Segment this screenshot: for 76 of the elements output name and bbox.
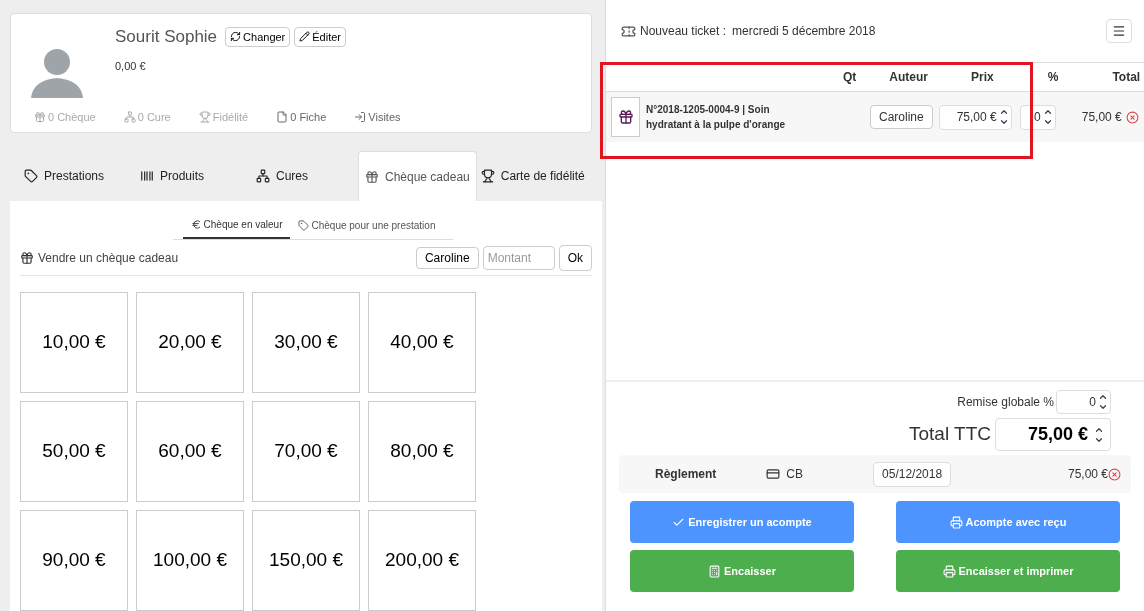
payment-label: Règlement xyxy=(655,466,717,483)
remove-icon[interactable] xyxy=(1108,467,1121,481)
enter-icon xyxy=(354,111,367,124)
client-stat-link[interactable]: Visites xyxy=(354,108,401,126)
client-name: Sourit Sophie xyxy=(115,26,218,48)
barcode-icon xyxy=(140,169,154,184)
amount-tile[interactable]: 60,00 € xyxy=(136,401,244,502)
amount-field[interactable]: Montant xyxy=(482,245,555,270)
client-balance: 0,00 € xyxy=(115,58,147,74)
payment-amount: 75,00 € xyxy=(1067,466,1108,483)
amount-tile[interactable]: 10,00 € xyxy=(20,292,128,393)
discount-field[interactable]: 0 xyxy=(1019,104,1056,130)
ok-button[interactable]: Ok xyxy=(558,244,592,271)
ticket-title: Nouveau ticket : xyxy=(640,23,727,40)
amount-tile[interactable]: 150,00 € xyxy=(252,510,360,611)
column-header: Qt xyxy=(843,69,857,86)
spinner[interactable] xyxy=(1098,392,1108,412)
author-button[interactable]: Caroline xyxy=(415,246,479,269)
payment-date-field[interactable]: 05/12/2018 xyxy=(873,461,952,487)
client-stat-link[interactable]: 0 Fiche xyxy=(276,108,327,126)
column-header: Prix xyxy=(971,69,994,86)
category-tab[interactable]: Prestations xyxy=(10,151,126,201)
amount-tile[interactable]: 200,00 € xyxy=(368,510,476,611)
amount-tile[interactable]: 20,00 € xyxy=(136,292,244,393)
edit-button[interactable]: Éditer xyxy=(294,26,347,47)
subtab[interactable]: Chèque pour une prestation xyxy=(290,211,444,239)
total-field[interactable]: 75,00 € xyxy=(995,418,1111,451)
printer-icon xyxy=(942,564,956,578)
payment-method: CB xyxy=(786,466,804,483)
column-header: Auteur xyxy=(889,69,928,86)
file-icon xyxy=(276,111,289,124)
hierarchy-icon xyxy=(123,111,136,124)
pencil-icon xyxy=(299,31,311,43)
gift-icon xyxy=(365,169,379,184)
global-discount-field[interactable]: 0 xyxy=(1056,390,1111,414)
trophy-icon xyxy=(480,169,495,184)
trophy-icon xyxy=(198,111,211,124)
line-total: 75,00 € xyxy=(1081,109,1122,126)
ticket-date: mercredi 5 décembre 2018 xyxy=(732,23,876,40)
sell-title: Vendre un chèque cadeau xyxy=(38,249,179,267)
subtab[interactable]: Chèque en valeur xyxy=(182,211,291,239)
category-tab[interactable]: Produits xyxy=(126,151,242,201)
refresh-icon xyxy=(230,31,242,43)
amount-tile[interactable]: 30,00 € xyxy=(252,292,360,393)
gift-icon xyxy=(20,250,34,265)
spinner[interactable] xyxy=(998,107,1009,127)
amount-tile[interactable]: 100,00 € xyxy=(136,510,244,611)
printer-icon xyxy=(949,515,963,529)
gift-card-thumbnail xyxy=(611,97,640,137)
euro-icon xyxy=(190,218,202,230)
credit-card-icon xyxy=(766,467,781,481)
tag-icon xyxy=(24,169,38,184)
category-tab[interactable]: Carte de fidélité xyxy=(476,151,589,201)
tag-icon xyxy=(298,219,310,231)
amount-tile[interactable]: 70,00 € xyxy=(252,401,360,502)
ticket-icon xyxy=(621,23,636,39)
author-button[interactable]: Caroline xyxy=(870,105,933,129)
category-tab[interactable]: Chèque cadeau xyxy=(358,151,477,201)
gift-icon xyxy=(34,111,46,124)
remove-icon[interactable] xyxy=(1125,110,1139,124)
item-label: N°2018-1205-0004-9 | Soin hydratant à la pulpe d'orange xyxy=(646,103,787,132)
total-label: Total TTC xyxy=(909,422,991,447)
change-button[interactable]: Changer xyxy=(225,26,291,47)
column-header: Total xyxy=(1112,69,1141,86)
price-field[interactable]: 75,00 € xyxy=(938,104,1012,130)
category-tab[interactable]: Cures xyxy=(242,151,358,201)
menu-icon xyxy=(1112,24,1126,38)
column-header: % xyxy=(1047,69,1059,86)
amount-tile[interactable]: 40,00 € xyxy=(368,292,476,393)
spinner[interactable] xyxy=(1042,107,1053,127)
discount-label: Remise globale % xyxy=(957,394,1054,411)
hierarchy-icon xyxy=(256,169,270,184)
amount-tile[interactable]: 80,00 € xyxy=(368,401,476,502)
amount-tile[interactable]: 90,00 € xyxy=(20,510,128,611)
menu-button[interactable] xyxy=(1106,19,1132,43)
amount-tile[interactable]: 50,00 € xyxy=(20,401,128,502)
